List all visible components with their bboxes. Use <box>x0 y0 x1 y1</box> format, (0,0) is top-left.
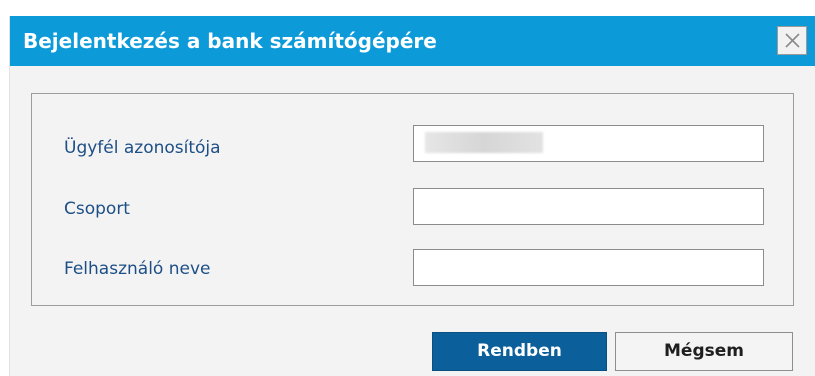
login-fieldset: Ügyfél azonosítója Csoport Felhasználó n… <box>31 93 794 306</box>
redacted-value <box>425 132 543 153</box>
group-label: Csoport <box>64 199 130 219</box>
group-input[interactable] <box>413 188 764 225</box>
username-input[interactable] <box>413 249 764 286</box>
client-id-label: Ügyfél azonosítója <box>64 138 221 158</box>
cancel-button[interactable]: Mégsem <box>615 332 793 371</box>
close-icon <box>785 33 800 48</box>
username-label: Felhasználó neve <box>64 259 211 279</box>
login-dialog: Bejelentkezés a bank számítógépére Ügyfé… <box>9 16 815 376</box>
dialog-title: Bejelentkezés a bank számítógépére <box>23 29 437 53</box>
close-button[interactable] <box>777 26 807 55</box>
dialog-titlebar: Bejelentkezés a bank számítógépére <box>10 16 815 66</box>
ok-button[interactable]: Rendben <box>432 332 607 371</box>
